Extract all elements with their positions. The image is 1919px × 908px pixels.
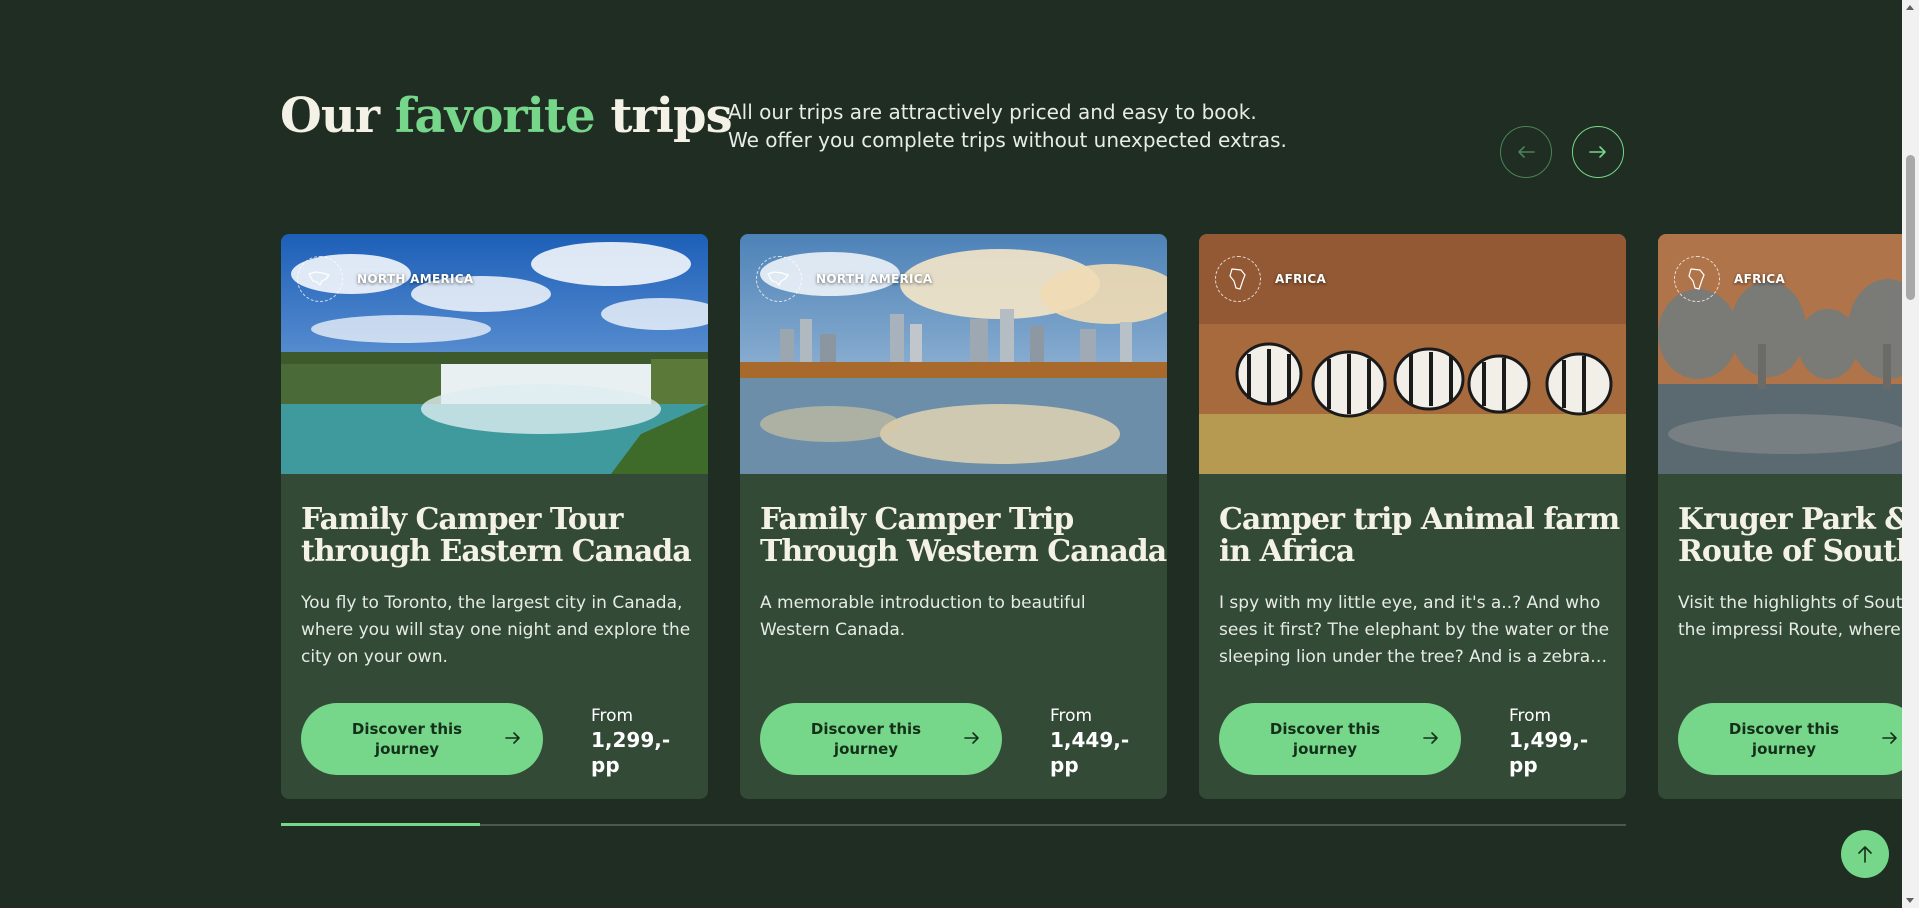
trip-card[interactable]: AFRICA Camper trip Animal farm in Africa … xyxy=(1199,234,1626,799)
carousel-prev-button[interactable] xyxy=(1500,126,1552,178)
scroll-up-arrow-icon[interactable] xyxy=(1906,5,1914,10)
trip-card[interactable]: NORTH AMERICA Family Camper Trip Through … xyxy=(740,234,1167,799)
arrow-right-icon xyxy=(505,732,520,744)
trip-title: Camper trip Animal farm in Africa xyxy=(1219,502,1620,569)
scrollbar-thumb[interactable] xyxy=(1906,155,1915,300)
back-to-top-button[interactable] xyxy=(1841,830,1889,878)
title-highlight: favorite xyxy=(394,88,596,144)
carousel-next-button[interactable] xyxy=(1572,126,1624,178)
arrow-right-icon xyxy=(1423,732,1438,744)
trip-image-niagara: NORTH AMERICA xyxy=(281,234,708,474)
arrow-right-icon xyxy=(1589,146,1606,158)
title-word-1: Our xyxy=(280,88,380,144)
trip-description: You fly to Toronto, the largest city in … xyxy=(301,593,691,667)
region-badge: NORTH AMERICA xyxy=(297,256,473,302)
north-america-map-icon xyxy=(756,256,802,302)
africa-map-icon xyxy=(1215,256,1261,302)
region-label: AFRICA xyxy=(1734,272,1786,286)
arrow-up-icon xyxy=(1858,846,1872,863)
title-word-3: trips xyxy=(610,88,732,144)
section-title: Our favorite trips xyxy=(280,88,733,144)
section-intro: All our trips are attractively priced an… xyxy=(728,100,1287,152)
trip-price: From 1,449,- pp xyxy=(1050,706,1130,777)
trip-card[interactable]: NORTH AMERICA Family Camper Tour through … xyxy=(281,234,708,799)
region-label: NORTH AMERICA xyxy=(816,272,933,286)
trip-description: I spy with my little eye, and it's a..? … xyxy=(1219,593,1610,667)
trip-card[interactable]: AFRICA Kruger Park & GRoute of South A V… xyxy=(1658,234,1919,799)
carousel-progress-fill xyxy=(281,823,481,826)
region-label: NORTH AMERICA xyxy=(357,272,474,286)
carousel-progress-bar[interactable] xyxy=(281,823,1626,826)
region-label: AFRICA xyxy=(1275,272,1327,286)
arrow-right-icon xyxy=(964,732,979,744)
discover-journey-button[interactable]: Discover this journey xyxy=(301,703,543,775)
trip-price: From 1,499,- pp xyxy=(1509,706,1589,777)
trip-description: A memorable introduction to beautiful We… xyxy=(760,593,1086,640)
arrow-left-icon xyxy=(1518,146,1535,158)
region-badge: AFRICA xyxy=(1674,256,1785,302)
north-america-map-icon xyxy=(297,256,343,302)
page-scrollbar[interactable] xyxy=(1902,0,1919,908)
region-badge: AFRICA xyxy=(1215,256,1326,302)
trip-image-vancouver: NORTH AMERICA xyxy=(740,234,1167,474)
trip-title: Family Camper Trip Through Western Canada xyxy=(760,502,1167,569)
arrow-right-icon xyxy=(1882,732,1897,744)
africa-map-icon xyxy=(1674,256,1720,302)
discover-journey-button[interactable]: Discover this journey xyxy=(760,703,1002,775)
scroll-down-arrow-icon[interactable] xyxy=(1906,898,1914,903)
trip-title: Kruger Park & GRoute of South A xyxy=(1678,502,1919,569)
trip-price: From 1,299,- pp xyxy=(591,706,671,777)
trip-image-zebras: AFRICA xyxy=(1199,234,1626,474)
trips-carousel[interactable]: NORTH AMERICA Family Camper Tour through … xyxy=(281,234,1919,799)
trip-title: Family Camper Tour through Eastern Canada xyxy=(301,502,692,569)
discover-journey-button[interactable]: Discover this journey xyxy=(1219,703,1461,775)
region-badge: NORTH AMERICA xyxy=(756,256,932,302)
trip-description: Visit the highlights of South trip. You … xyxy=(1678,593,1919,640)
trip-image-elephants: AFRICA xyxy=(1658,234,1919,474)
discover-journey-button[interactable]: Discover this journey xyxy=(1678,703,1919,775)
